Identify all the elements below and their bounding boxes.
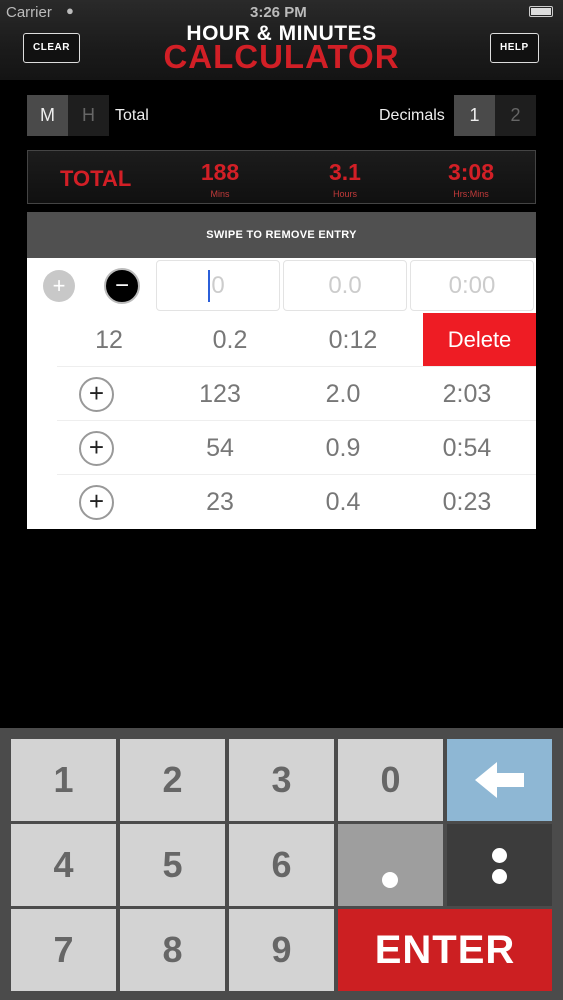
plus-circle-icon[interactable]: + (79, 377, 114, 412)
battery-icon (529, 6, 553, 17)
entry-hours: 0.9 (325, 434, 361, 462)
total-hours-value: 3.1 (329, 159, 361, 185)
list-item[interactable]: + 123 2.0 2:03 (27, 367, 536, 421)
colon-icon (492, 848, 507, 863)
entry-mins: 54 (206, 434, 234, 462)
hours-input[interactable] (283, 260, 407, 311)
entries-panel: + − 12 0.2 0:12 Delete + 123 2.0 2:03 + … (27, 258, 536, 529)
total-label: TOTAL (60, 166, 132, 191)
list-item[interactable]: + 23 0.4 0:23 (27, 475, 536, 529)
decimals-1-toggle[interactable]: 1 (454, 95, 495, 136)
plus-circle-icon[interactable]: + (79, 485, 114, 520)
plus-circle-icon[interactable]: + (43, 270, 75, 302)
colon-icon (492, 869, 507, 884)
arrow-left-icon (475, 762, 524, 798)
plus-circle-icon[interactable]: + (79, 431, 114, 466)
key-2[interactable]: 2 (120, 739, 225, 821)
delete-button[interactable]: Delete (423, 313, 536, 367)
key-8[interactable]: 8 (120, 909, 225, 991)
colon-key[interactable] (447, 824, 552, 906)
mode-minutes-toggle[interactable]: M (27, 95, 68, 136)
carrier-label: Carrier (6, 4, 52, 21)
header: Carrier ● 3:26 PM CLEAR HOUR & MINUTES C… (0, 0, 563, 80)
totals-bar: TOTAL 188 Mins 3.1 Hours 3:08 Hrs:Mins (27, 150, 536, 204)
key-5[interactable]: 5 (120, 824, 225, 906)
wifi-icon: ● (66, 3, 74, 18)
entry-hours: 2.0 (325, 380, 361, 408)
total-hours-unit: Hours (332, 189, 357, 199)
key-1[interactable]: 1 (11, 739, 116, 821)
entry-hrsmins: 0:54 (442, 434, 492, 462)
entry-hrsmins: 0:23 (442, 488, 492, 516)
key-0[interactable]: 0 (338, 739, 443, 821)
decimals-label: Decimals (379, 107, 445, 124)
entry-hrsmins: 2:03 (442, 380, 492, 408)
app-title-line2: CALCULATOR (163, 38, 400, 75)
key-6[interactable]: 6 (229, 824, 334, 906)
list-item[interactable]: 12 0.2 0:12 Delete (27, 313, 536, 367)
key-7[interactable]: 7 (11, 909, 116, 991)
dot-icon (382, 872, 398, 888)
keypad: 1 2 3 0 4 5 6 7 8 9 ENTER (0, 728, 563, 1000)
key-9[interactable]: 9 (229, 909, 334, 991)
minus-circle-icon[interactable]: − (104, 268, 140, 304)
backspace-button[interactable] (447, 739, 552, 821)
swipe-hint-bar: SWIPE TO REMOVE ENTRY (27, 212, 536, 258)
entry-hours: 0.4 (325, 488, 361, 516)
entry-mins: 12 (95, 326, 123, 354)
total-mins-value: 188 (200, 159, 240, 185)
key-3[interactable]: 3 (229, 739, 334, 821)
entry-mins: 123 (199, 380, 241, 408)
entry-hrsmins: 0:12 (328, 326, 378, 354)
help-button[interactable]: HELP (490, 33, 539, 63)
decimal-point-key[interactable] (338, 824, 443, 906)
total-hrsmins-unit: Hrs:Mins (453, 189, 489, 199)
hrsmins-input[interactable] (410, 260, 534, 311)
decimals-2-toggle[interactable]: 2 (495, 95, 536, 136)
clock: 3:26 PM (250, 4, 307, 21)
minutes-input[interactable] (156, 260, 280, 311)
text-caret (208, 270, 210, 302)
total-mode-label: Total (115, 107, 149, 124)
total-mins-unit: Mins (210, 189, 230, 199)
mode-hours-toggle[interactable]: H (68, 95, 109, 136)
total-hrsmins-value: 3:08 (447, 159, 495, 185)
enter-button[interactable]: ENTER (338, 909, 552, 991)
entry-mins: 23 (206, 488, 234, 516)
list-item[interactable]: + 54 0.9 0:54 (27, 421, 536, 475)
entry-hours: 0.2 (212, 326, 248, 354)
key-4[interactable]: 4 (11, 824, 116, 906)
